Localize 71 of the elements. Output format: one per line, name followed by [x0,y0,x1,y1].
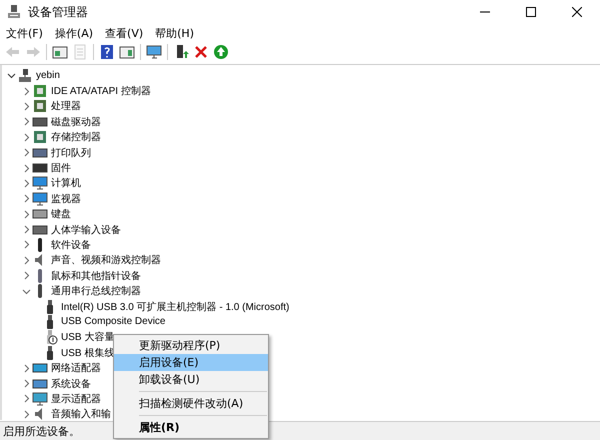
expand-chevron-icon[interactable] [22,410,31,419]
expand-chevron-icon[interactable] [22,379,31,388]
expand-chevron-icon[interactable] [22,240,31,250]
tree-item[interactable]: 网络适配器 [50,361,102,376]
menu-item[interactable]: 操作(A) [50,26,98,40]
expand-chevron-icon[interactable] [22,364,31,373]
device-manager-icon [6,4,22,20]
tree-item[interactable]: 通用串行总线控制器 [50,284,142,298]
context-menu-item[interactable]: 启用设备(E) [114,354,268,371]
expand-chevron-icon[interactable] [22,194,31,204]
expand-chevron-icon[interactable] [22,132,31,142]
tree-item[interactable]: IDE ATA/ATAPI 控制器 [50,84,152,98]
tree-item[interactable]: 声音、视频和游戏控制器 [50,253,162,268]
device-icon [32,83,48,100]
menu-item[interactable]: 文件(F) [2,26,47,40]
context-menu-item[interactable]: 属性(R) [114,419,268,436]
expand-chevron-icon[interactable] [22,178,31,188]
close-icon[interactable] [572,7,582,17]
tree-item[interactable]: yebin [35,70,61,82]
expand-chevron-icon[interactable] [22,102,31,111]
tree-item[interactable]: Intel(R) USB 3.0 可扩展主机控制器 - 1.0 (Microsoft) [60,300,290,314]
expand-chevron-icon[interactable] [22,256,31,265]
enable-button[interactable] [211,42,231,62]
tree-item[interactable]: 软件设备 [50,238,92,252]
maximize-icon[interactable] [526,7,536,17]
context-menu-item[interactable]: 卸载设备(U) [114,371,268,388]
expand-chevron-icon[interactable] [22,271,31,280]
device-icon [32,175,48,192]
tree-item[interactable]: 计算机 [50,176,82,190]
scan-button[interactable] [144,42,164,62]
tree-item[interactable]: 键盘 [50,207,72,222]
tree-item[interactable]: 打印队列 [50,146,92,160]
tree-item[interactable]: 监视器 [50,192,82,206]
device-icon [32,190,48,207]
collapse-chevron-icon[interactable] [22,286,31,296]
tree-item[interactable]: 处理器 [50,99,82,114]
window-title: 设备管理器 [28,4,88,20]
expand-chevron-icon[interactable] [22,86,31,96]
tree-item[interactable]: 显示适配器 [50,392,102,406]
tree-item[interactable]: 固件 [50,161,72,176]
expand-chevron-icon[interactable] [22,148,31,158]
tree-item[interactable]: USB Composite Device [60,316,166,328]
menu-item[interactable]: 帮助(H) [151,26,198,40]
status-text: 启用所选设备。 [3,424,80,438]
tree-item[interactable]: 音频输入和输 [50,407,112,422]
tree-item[interactable]: 系统设备 [50,376,92,390]
device-icon [32,98,48,114]
context-menu-item[interactable]: 更新驱动程序(P) [114,337,268,354]
expand-chevron-icon[interactable] [22,117,31,126]
right-arrow-icon [25,44,41,60]
tree-item[interactable]: 存储控制器 [50,130,102,144]
window-pane-icon [52,44,68,60]
context-menu-item[interactable]: 扫描检测硬件改动(A) [114,395,268,412]
menu-item[interactable]: 查看(V) [101,26,148,40]
computer-network-icon [17,68,33,84]
left-arrow-icon [5,44,21,60]
tree-item[interactable]: 鼠标和其他指针设备 [50,268,142,283]
expand-chevron-icon[interactable] [22,164,31,173]
document-icon [72,44,88,60]
expand-chevron-icon[interactable] [22,394,31,404]
cross-icon [193,44,209,60]
device-icon [32,390,48,407]
help-icon [99,44,115,60]
expand-chevron-icon[interactable] [22,225,31,234]
monitor-icon [146,44,162,60]
collapse-chevron-icon[interactable] [7,71,16,80]
tree-item[interactable]: 磁盘驱动器 [50,114,102,129]
window-pane-icon [119,44,135,60]
device-icon [32,129,48,146]
expand-chevron-icon[interactable] [22,210,31,219]
tree-item[interactable]: 人体学输入设备 [50,222,122,237]
